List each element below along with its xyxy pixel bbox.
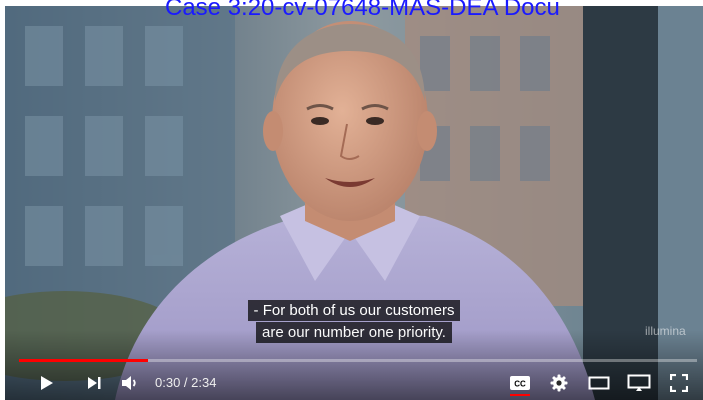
theater-mode-icon [627, 374, 651, 391]
time-separator: / [180, 375, 192, 390]
duration: 2:34 [191, 375, 217, 390]
settings-button[interactable] [546, 370, 572, 396]
progress-played [19, 359, 148, 362]
cc-active-indicator [510, 394, 530, 396]
next-icon [88, 377, 101, 389]
cc-label: CC [514, 380, 526, 389]
settings-gear-icon [550, 374, 568, 392]
document-case-header: Case 3:20-cv-07648-MAS-DEA Docu [165, 0, 560, 21]
fullscreen-button[interactable] [666, 370, 692, 396]
subtitles-button[interactable]: CC [507, 370, 533, 396]
volume-icon [122, 376, 136, 390]
fullscreen-icon [670, 374, 688, 392]
time-display: 0:30 / 2:34 [155, 375, 216, 390]
progress-bar[interactable] [19, 359, 697, 362]
cc-icon: CC [510, 376, 530, 390]
cast-button[interactable] [626, 370, 652, 396]
control-bar: 0:30 / 2:34 CC [5, 370, 703, 396]
play-icon [41, 376, 53, 390]
volume-button[interactable] [117, 370, 143, 396]
next-button[interactable] [81, 370, 107, 396]
current-time: 0:30 [155, 375, 181, 390]
miniplayer-icon [588, 376, 610, 390]
play-button[interactable] [33, 370, 59, 396]
video-player[interactable]: - For both of us our customers are our n… [5, 6, 703, 400]
caption-line-1: - For both of us our customers [247, 300, 461, 321]
miniplayer-button[interactable] [586, 370, 612, 396]
